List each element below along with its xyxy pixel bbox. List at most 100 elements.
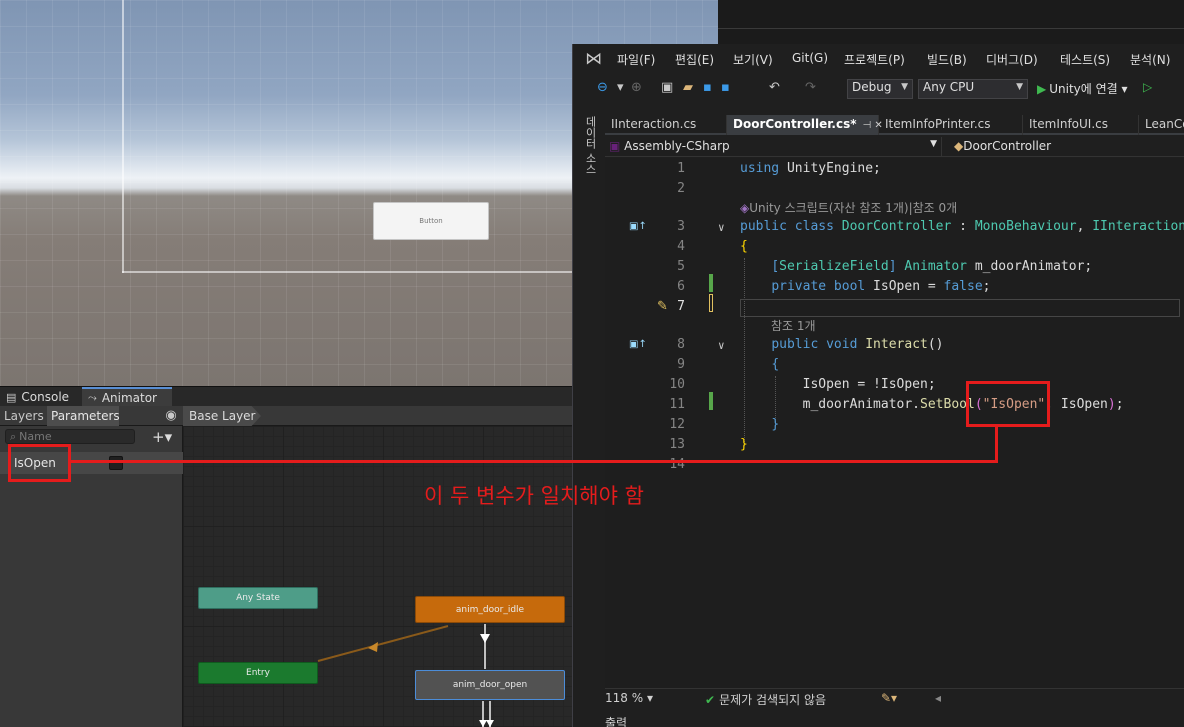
visual-studio-window: ⋈ 파일(F) 편집(E) 보기(V) Git(G) 프로젝트(P) 빌드(B)… [572,44,1184,727]
class-dropdown[interactable]: ◆DoorController [950,137,1055,157]
code-line-1: using UnityEngine; [740,161,881,176]
code-line-5: [SerializeField] Animator m_doorAnimator… [771,259,1093,274]
annotation-box-code-string [966,381,1050,427]
annotation-text: 이 두 변수가 일치해야 함 [424,484,644,508]
platform-value: Any CPU [923,80,975,94]
code-line-9: { [771,357,780,372]
state-any-state[interactable]: Any State [198,587,318,609]
chevron-down-icon: ▼ [930,139,937,149]
state-anim-door-idle[interactable]: anim_door_idle [415,596,565,623]
tab-iinteraction[interactable]: IInteraction.cs [605,115,727,135]
tab-iteminfoui[interactable]: ItemInfoUI.cs [1023,115,1139,135]
menu-git[interactable]: Git(G) [792,51,828,65]
no-issues-indicator[interactable]: ✔ 문제가 검색되지 않음 [705,691,826,708]
tab-doorcontroller-label: DoorController.cs* [733,117,857,131]
open-folder-icon[interactable]: ▰ [683,80,693,95]
line-number: 7 [677,299,685,314]
unity-panel-tabs: ▤ Console ⤳ Animator [0,386,572,407]
animator-graph[interactable]: Any State Entry anim_door_idle anim_door… [183,426,572,727]
line-number: 11 [669,397,685,412]
menu-edit[interactable]: 편집(E) [675,51,714,68]
state-anim-door-open[interactable]: anim_door_open [415,670,565,700]
code-line-3: public class DoorController : MonoBehavi… [740,219,1184,234]
menu-build[interactable]: 빌드(B) [927,51,967,68]
code-line-8: public void Interact() [771,337,944,352]
collapse-chevron-icon[interactable]: ∨ [718,339,725,352]
scroll-left-icon[interactable]: ◂ [935,691,941,705]
start-without-debugging-icon[interactable]: ▷ [1143,80,1152,94]
line-number: 2 [677,181,685,196]
tab-doorcontroller[interactable]: DoorController.cs* ⊣ ✕ [727,115,883,135]
side-tool-strip: 데이터 소스 [573,112,605,727]
animator-icon: ⤳ [88,391,97,404]
implements-interface-icon[interactable]: ▣↑ [629,221,647,232]
line-number: 12 [669,417,685,432]
menu-bar: ⋈ 파일(F) 편집(E) 보기(V) Git(G) 프로젝트(P) 빌드(B)… [573,44,1184,74]
code-lens-method[interactable]: 참조 1개 [771,317,816,334]
attach-unity-button[interactable]: ▶ Unity에 연결 ▾ [1037,80,1128,97]
standard-toolbar: ⊖ ▾ ⊕ ▣ ▰ ▪ ▪ ↶ ↷ Debug ▼ Any CPU ▼ ▶ Uni… [573,75,1184,103]
strip-divider [718,28,1184,29]
implements-member-icon[interactable]: ▣↑ [629,339,647,350]
zoom-level[interactable]: 118 % ▾ [605,691,653,705]
add-parameter-button[interactable]: +▾ [152,428,172,446]
search-placeholder: Name [19,430,52,443]
code-lens-method-label: 참조 1개 [771,319,816,333]
tab-console[interactable]: ▤ Console [0,387,82,407]
visual-studio-logo-icon[interactable]: ⋈ [585,49,602,69]
breadcrumb-base-layer[interactable]: Base Layer [183,406,261,426]
open-out-arrowhead-b [486,720,494,727]
check-circle-icon: ✔ [705,693,716,707]
code-line-10: IsOpen = !IsOpen; [740,377,936,392]
project-dropdown[interactable]: ▣ Assembly-CSharp ▼ [605,137,942,157]
output-panel-title[interactable]: 출력 [605,714,627,727]
eye-icon[interactable]: ◉ [162,408,180,424]
search-icon: ⌕ [10,429,17,443]
new-project-icon[interactable]: ▣ [661,80,673,95]
parameter-bool-checkbox[interactable] [109,456,123,470]
zoom-value: 118 % [605,691,644,705]
tab-iteminfoprinter[interactable]: ItemInfoPrinter.cs [879,115,1023,135]
chevron-down-icon: ▼ [901,82,908,92]
tab-console-label: Console [21,390,70,404]
menu-file[interactable]: 파일(F) [617,51,655,68]
canvas-border-vertical [122,0,124,273]
menu-view[interactable]: 보기(V) [733,51,773,68]
collapse-chevron-icon[interactable]: ∨ [718,221,725,234]
class-icon: ◆ [954,139,964,153]
code-line-7-current [740,299,1180,317]
tab-leanco[interactable]: LeanCo [1139,115,1184,135]
save-all-icon[interactable]: ▪ [721,80,730,95]
menu-debug[interactable]: 디버그(D) [986,51,1038,68]
code-lens-class-label: Unity 스크립트(자산 참조 1개)|참조 0개 [749,201,958,215]
no-issues-label: 문제가 검색되지 않음 [719,693,827,707]
tab-animator[interactable]: ⤳ Animator [82,387,172,407]
navigate-forward-icon[interactable]: ⊕ [631,80,642,95]
parameter-search-input[interactable]: ⌕ Name [5,429,135,444]
quick-action-brush-icon[interactable]: ✎ [657,299,668,314]
csharp-project-icon: ▣ [609,139,625,153]
menu-analyze[interactable]: 분석(N) [1130,51,1170,68]
redo-icon[interactable]: ↷ [805,80,816,95]
line-number: 6 [677,279,685,294]
code-line-11: m_doorAnimator.SetBool("IsOpen", IsOpen)… [740,397,1124,412]
state-entry[interactable]: Entry [198,662,318,684]
dropdown-arrow-icon[interactable]: ▾ [617,80,624,95]
code-cleanup-icon[interactable]: ✎▾ [881,691,897,705]
code-editor[interactable]: 1 2 3 4 5 6 7 8 9 10 11 12 13 14 ▣↑ ▣↑ ✎… [605,158,1184,688]
code-line-4: { [740,239,748,254]
scene-ui-button[interactable]: Button [373,202,489,240]
tab-parameters[interactable]: Parameters [47,406,120,426]
undo-icon[interactable]: ↶ [769,80,780,95]
code-lens-class[interactable]: ◈Unity 스크립트(자산 참조 1개)|참조 0개 [740,199,957,216]
configuration-select[interactable]: Debug ▼ [847,79,913,99]
code-line-12: } [771,417,780,432]
save-icon[interactable]: ▪ [703,80,712,95]
platform-select[interactable]: Any CPU ▼ [918,79,1028,99]
entry-transition-line [317,625,449,662]
data-sources-tab[interactable]: 데이터 소스 [582,116,598,175]
navigate-back-icon[interactable]: ⊖ [597,80,608,95]
menu-test[interactable]: 테스트(S) [1060,51,1110,68]
menu-project[interactable]: 프로젝트(P) [844,51,905,68]
tab-layers[interactable]: Layers [0,406,46,426]
